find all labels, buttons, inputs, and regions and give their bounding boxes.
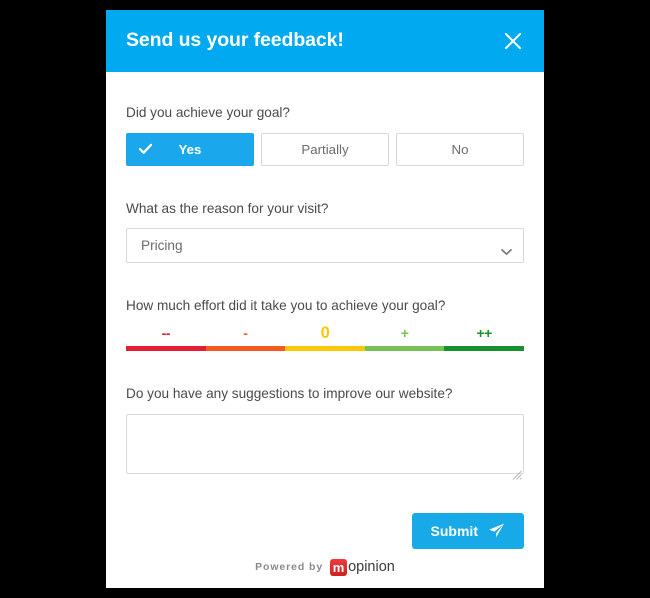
- goal-question-label: Did you achieve your goal?: [126, 105, 290, 120]
- reason-select[interactable]: Pricing: [126, 228, 524, 264]
- mopinion-logo-mark: m: [330, 558, 348, 576]
- effort-segment-1-label: --: [161, 325, 171, 342]
- modal-footer: Powered by m opinion: [106, 552, 544, 588]
- page-title: Send us your feedback!: [126, 29, 344, 52]
- effort-segment-1[interactable]: --: [126, 325, 206, 352]
- close-icon[interactable]: [500, 28, 526, 54]
- effort-segment-2[interactable]: -: [205, 325, 286, 352]
- effort-segment-4[interactable]: +: [364, 325, 445, 352]
- effort-segment-2-label: -: [243, 325, 248, 342]
- effort-segment-5-label: ++: [476, 325, 492, 342]
- goal-option-partially[interactable]: Partially: [261, 132, 389, 166]
- submit-row: Submit: [126, 512, 524, 549]
- goal-option-partially-label: Partially: [301, 141, 349, 157]
- chevron-down-icon: [501, 242, 512, 255]
- question-goal: Did you achieve your goal? Yes Partially: [126, 104, 524, 166]
- check-icon: [139, 143, 152, 156]
- feedback-modal: Send us your feedback! Did you achieve y…: [106, 10, 544, 588]
- question-effort: How much effort did it take you to achie…: [126, 297, 524, 352]
- submit-button-label: Submit: [430, 522, 478, 539]
- effort-segment-2-bar: [205, 346, 286, 352]
- effort-segment-3-label: 0: [320, 324, 330, 343]
- effort-segment-1-bar: [126, 346, 206, 352]
- goal-option-no-label: No: [451, 141, 469, 157]
- goal-option-yes-label: Yes: [178, 141, 202, 157]
- powered-by-label: Powered by: [255, 561, 324, 573]
- suggestions-field-wrapper: [126, 413, 524, 480]
- mopinion-logo-word: opinion: [348, 558, 395, 575]
- reason-select-value: Pricing: [141, 238, 183, 254]
- effort-question-label: How much effort did it take you to achie…: [126, 298, 446, 314]
- question-suggestions: Do you have any suggestions to improve o…: [126, 385, 524, 480]
- question-reason: What as the reason for your visit? Prici…: [126, 200, 524, 264]
- effort-segment-5[interactable]: ++: [444, 325, 524, 352]
- goal-option-yes[interactable]: Yes: [126, 132, 254, 166]
- modal-body: Did you achieve your goal? Yes Partially: [106, 72, 544, 552]
- suggestions-input[interactable]: [126, 413, 524, 474]
- suggestions-question-label: Do you have any suggestions to improve o…: [126, 386, 453, 402]
- mopinion-logo: m opinion: [330, 558, 395, 576]
- paper-plane-icon: [488, 522, 505, 539]
- goal-choice-group: Yes Partially No: [126, 132, 524, 166]
- effort-segment-4-label: +: [400, 325, 409, 342]
- effort-segment-3-bar: [285, 346, 365, 352]
- effort-segment-4-bar: [364, 346, 445, 352]
- modal-header: Send us your feedback!: [106, 10, 544, 72]
- submit-button[interactable]: Submit: [411, 512, 524, 549]
- effort-scale: -- - 0 + ++: [126, 324, 524, 352]
- effort-segment-3[interactable]: 0: [285, 324, 365, 352]
- reason-question-label: What as the reason for your visit?: [126, 200, 329, 216]
- page-background: Send us your feedback! Did you achieve y…: [0, 0, 650, 598]
- goal-option-no[interactable]: No: [396, 132, 524, 166]
- effort-segment-5-bar: [444, 346, 524, 352]
